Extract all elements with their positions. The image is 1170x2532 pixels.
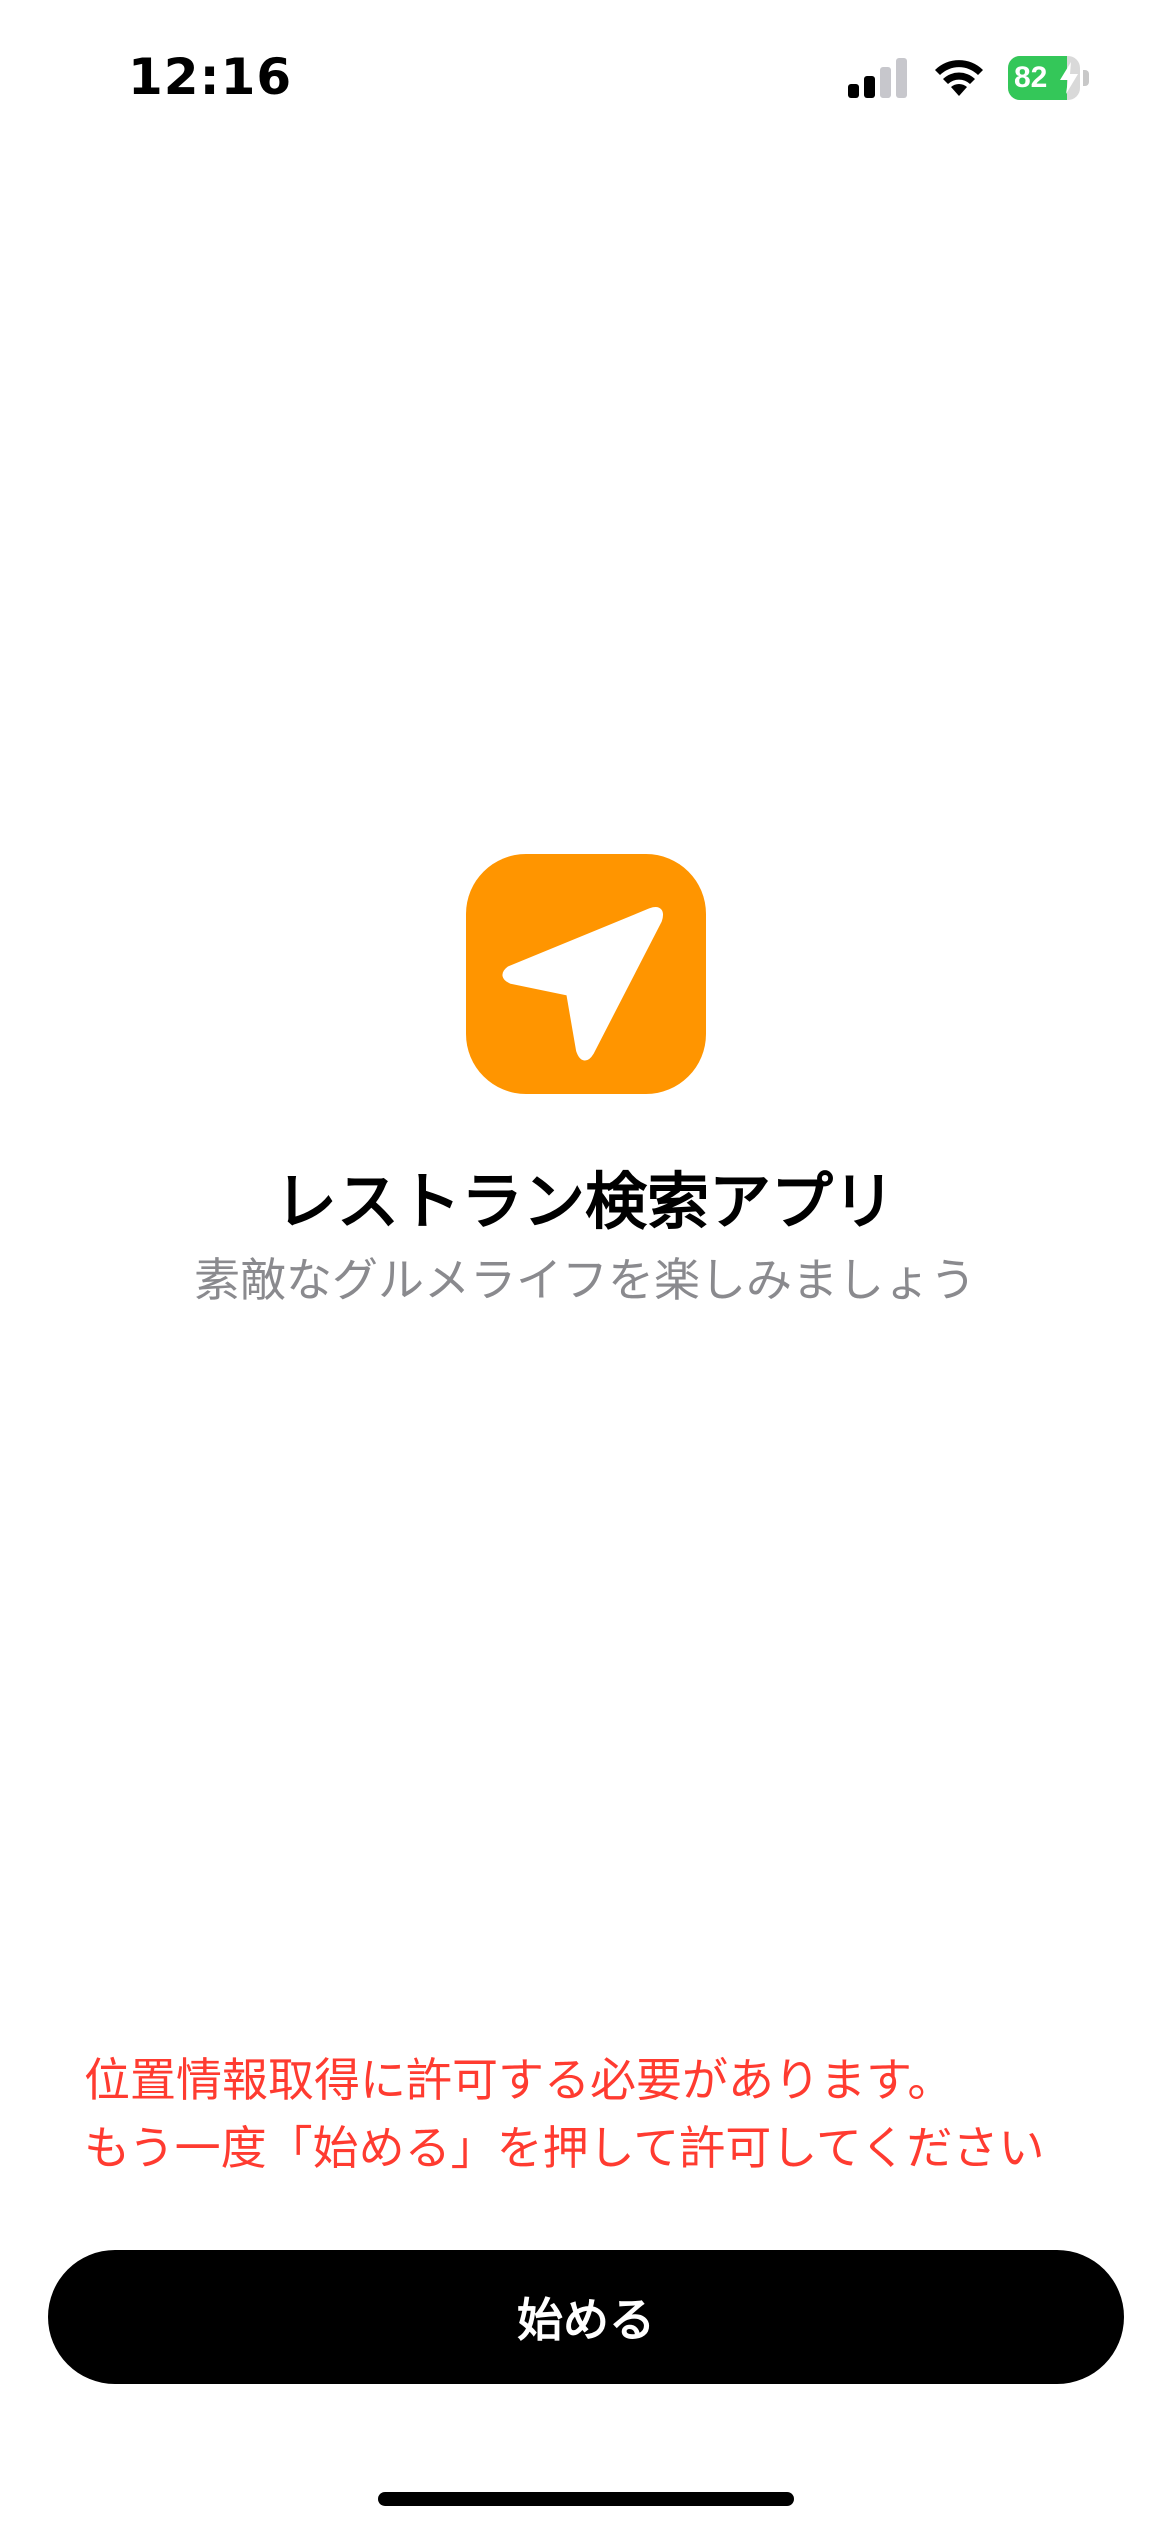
battery-level: 82: [1014, 61, 1048, 94]
battery-icon: 82: [1008, 56, 1090, 100]
status-time: 12:16: [128, 48, 293, 106]
permission-warning: 位置情報取得に許可する必要があります。 もう一度「始める」を押して許可してくださ…: [84, 2046, 1104, 2182]
status-bar: 12:16 82: [0, 0, 1170, 150]
status-icons: 82: [848, 52, 1090, 104]
battery-body: 82: [1008, 56, 1080, 100]
home-indicator[interactable]: [378, 2492, 794, 2506]
location-arrow-icon: [502, 907, 664, 1061]
app-subtitle: 素敵なグルメライフを楽しみましょう: [194, 1253, 976, 1307]
wifi-icon: [935, 60, 983, 96]
permission-warning-line-2: もう一度「始める」を押して許可してください: [84, 2121, 1045, 2175]
start-button[interactable]: 始める: [48, 2250, 1124, 2384]
battery-cap: [1083, 70, 1089, 86]
start-button-label: 始める: [517, 2293, 655, 2347]
charging-bolt-icon: [1060, 62, 1078, 94]
app-icon: [466, 854, 706, 1094]
signal-icon: [848, 58, 907, 98]
app-title: レストラン検索アプリ: [274, 1165, 895, 1238]
permission-warning-line-1: 位置情報取得に許可する必要があります。: [84, 2053, 954, 2107]
